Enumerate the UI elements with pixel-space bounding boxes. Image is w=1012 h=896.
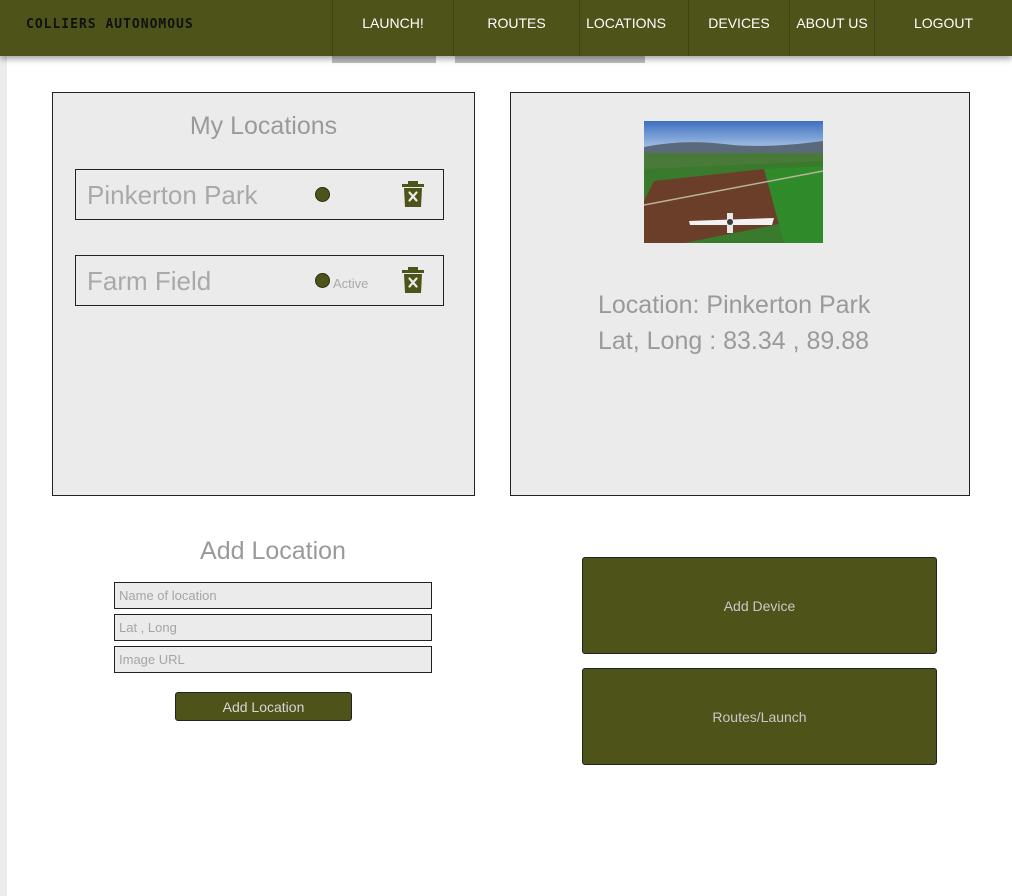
location-status: Active	[333, 276, 369, 291]
add-location-title: Add Location	[200, 537, 346, 565]
nav-logout[interactable]: LOGOUT	[875, 0, 1012, 56]
nav-launch[interactable]: LAUNCH!	[333, 0, 453, 56]
routes-launch-button[interactable]: Routes/Launch	[582, 668, 937, 765]
nav-routes[interactable]: ROUTES	[454, 0, 579, 56]
nav-shadow	[455, 56, 645, 63]
image-url-input[interactable]	[114, 646, 432, 673]
detail-coordinates-text: Lat, Long : 83.34 , 89.88	[598, 327, 870, 355]
trash-delete-icon[interactable]	[402, 181, 424, 207]
trash-delete-icon[interactable]	[402, 267, 424, 293]
detail-location-text: Location: Pinkerton Park	[598, 291, 871, 319]
location-name: Pinkerton Park	[87, 180, 258, 210]
status-dot-icon	[315, 273, 330, 288]
location-name-input[interactable]	[114, 582, 432, 609]
brand-logo[interactable]: COLLIERS AUTONOMOUS	[26, 17, 194, 32]
add-location-button[interactable]: Add Location	[175, 692, 352, 721]
add-device-button[interactable]: Add Device	[582, 557, 937, 654]
status-dot-icon	[315, 187, 330, 202]
location-name: Farm Field	[87, 266, 212, 296]
location-detail-panel: Location: Pinkerton Park Lat, Long : 83.…	[510, 92, 970, 496]
lat-long-input[interactable]	[114, 614, 432, 641]
nav-shadow	[332, 56, 436, 63]
my-locations-title: My Locations	[189, 112, 338, 140]
location-item[interactable]: Pinkerton Park	[75, 169, 444, 220]
top-navbar: COLLIERS AUTONOMOUS LAUNCH! ROUTES LOCAT…	[0, 0, 1012, 56]
location-photo	[644, 121, 823, 243]
nav-devices[interactable]: DEVICES	[689, 0, 789, 56]
my-locations-panel: My Locations Pinkerton Park Farm Field A…	[52, 92, 475, 496]
nav-about-us[interactable]: ABOUT US	[790, 0, 874, 56]
location-item[interactable]: Farm Field Active	[75, 255, 444, 306]
nav-locations[interactable]: LOCATIONS	[580, 0, 672, 56]
